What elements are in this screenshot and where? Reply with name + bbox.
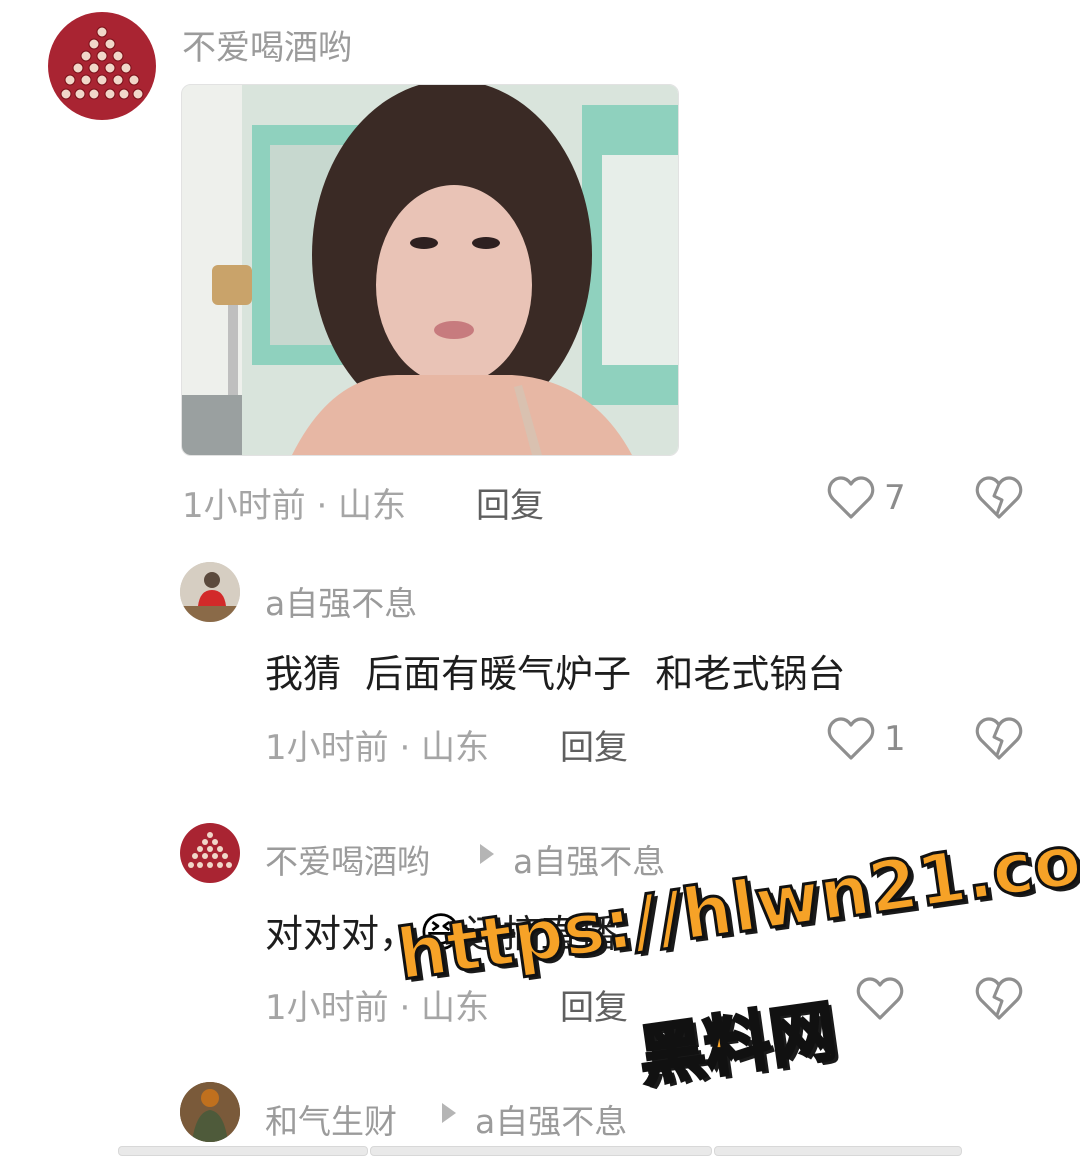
- bottom-bar: [714, 1146, 962, 1156]
- avatar[interactable]: [48, 12, 156, 120]
- like-count: 1: [884, 719, 906, 759]
- comment-time-location: 1小时前 · 山东: [182, 486, 407, 526]
- comment-photo[interactable]: [181, 84, 679, 456]
- avatar[interactable]: [180, 562, 240, 622]
- heart-outline-icon[interactable]: [856, 977, 904, 1021]
- reply-button[interactable]: 回复: [560, 980, 628, 1029]
- triangle-right-icon: [480, 844, 494, 864]
- broken-heart-icon[interactable]: [975, 476, 1023, 520]
- triangle-right-icon: [442, 1103, 456, 1123]
- reply-text: 我猜 后面有暖气炉子 和老式锅台: [265, 652, 846, 696]
- broken-heart-icon[interactable]: [975, 977, 1023, 1021]
- reply-username[interactable]: 不爱喝酒哟: [265, 835, 430, 883]
- reply-username[interactable]: a自强不息: [265, 577, 417, 625]
- heart-outline-icon[interactable]: [827, 717, 875, 761]
- heart-outline-icon[interactable]: [827, 476, 875, 520]
- bottom-bar: [118, 1146, 368, 1156]
- avatar[interactable]: [180, 1082, 240, 1142]
- like-count: 7: [884, 478, 906, 518]
- watermark-url: https://hlwn21.com: [391, 807, 1080, 997]
- reply-time-location: 1小时前 · 山东: [265, 728, 490, 768]
- bottom-bar: [370, 1146, 712, 1156]
- reply-button[interactable]: 回复: [476, 478, 544, 527]
- reply-username[interactable]: 和气生财: [265, 1095, 397, 1143]
- comment-username[interactable]: 不爱喝酒哟: [182, 20, 352, 69]
- reply-to-username[interactable]: a自强不息: [475, 1095, 627, 1143]
- reply-to-username[interactable]: a自强不息: [513, 835, 665, 883]
- broken-heart-icon[interactable]: [975, 717, 1023, 761]
- watermark-site-name: 黑料网: [633, 991, 843, 1098]
- reply-button[interactable]: 回复: [560, 720, 628, 769]
- avatar[interactable]: [180, 823, 240, 883]
